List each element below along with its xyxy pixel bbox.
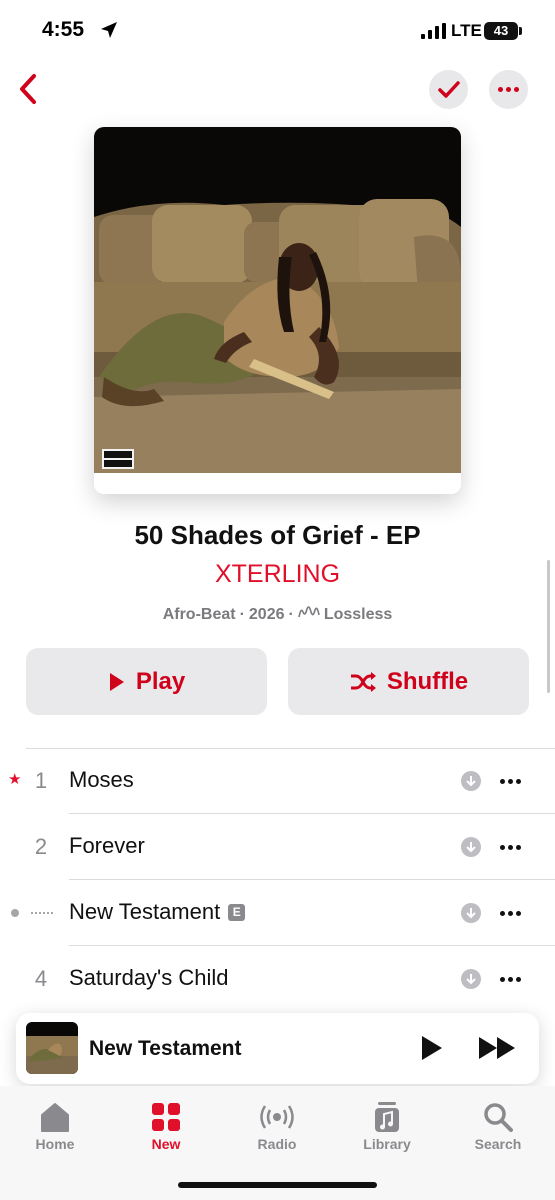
tab-label: Search: [474, 1136, 522, 1152]
chevron-left-icon: [20, 74, 36, 104]
playing-dot-icon: [11, 909, 19, 917]
track-title: Saturday's Child: [69, 965, 229, 991]
favorite-star-icon: ★: [8, 771, 22, 788]
mini-player[interactable]: New Testament: [16, 1013, 539, 1084]
track-number: 2: [34, 834, 48, 859]
more-options-button[interactable]: [489, 70, 528, 109]
tab-home[interactable]: Home: [10, 1100, 100, 1152]
mini-next-button[interactable]: [478, 1035, 518, 1066]
magnifier-icon: [453, 1100, 543, 1134]
music-library-icon: [342, 1100, 432, 1134]
track-title-text: Saturday's Child: [69, 965, 229, 990]
download-icon[interactable]: [461, 903, 481, 923]
now-playing-indicator-icon: [31, 912, 53, 914]
mini-player-artwork: [26, 1022, 78, 1074]
added-to-library-button[interactable]: [429, 70, 468, 109]
mini-play-button[interactable]: [420, 1035, 444, 1066]
meta-separator: ·: [239, 605, 245, 623]
location-arrow-icon: [100, 21, 118, 44]
album-artwork: [94, 127, 461, 494]
shuffle-icon: [350, 671, 376, 692]
track-list: ★ 1 Moses 2 Forever New Testament E 4 Sa…: [0, 748, 555, 1012]
grid-icon: [121, 1100, 211, 1134]
play-icon: [422, 1036, 442, 1060]
track-more-button[interactable]: [497, 837, 523, 857]
explicit-badge-icon: E: [228, 903, 246, 921]
tab-label: Library: [363, 1136, 411, 1152]
album-year: 2026: [248, 605, 285, 623]
scroll-indicator: [547, 560, 550, 693]
house-icon: [10, 1100, 100, 1134]
tab-label: New: [151, 1136, 181, 1152]
play-label: Play: [135, 667, 186, 695]
mini-player-title: New Testament: [89, 1037, 242, 1060]
track-more-button[interactable]: [497, 903, 523, 923]
battery-tip: [519, 27, 522, 35]
track-row[interactable]: 4 Saturday's Child: [0, 946, 555, 1012]
track-more-button[interactable]: [497, 969, 523, 989]
fast-forward-icon: [479, 1037, 515, 1059]
download-icon[interactable]: [461, 969, 481, 989]
track-more-button[interactable]: [497, 771, 523, 791]
album-quality: Lossless: [323, 605, 393, 623]
network-type: LTE: [451, 21, 482, 40]
status-time: 4:55: [42, 18, 85, 41]
shuffle-label: Shuffle: [386, 667, 469, 695]
album-title: 50 Shades of Grief - EP: [134, 520, 421, 550]
tab-label: Home: [35, 1136, 75, 1152]
checkmark-icon: [437, 80, 460, 98]
tab-search[interactable]: Search: [453, 1100, 543, 1152]
track-row[interactable]: 2 Forever: [0, 814, 555, 880]
tab-radio[interactable]: Radio: [232, 1100, 322, 1152]
play-button[interactable]: Play: [26, 648, 267, 715]
track-row[interactable]: New Testament E: [0, 880, 555, 946]
download-icon[interactable]: [461, 837, 481, 857]
track-number: 4: [34, 966, 48, 991]
track-title: Moses: [69, 767, 134, 793]
battery-icon: 43: [484, 22, 518, 40]
shuffle-button[interactable]: Shuffle: [288, 648, 529, 715]
artist-name[interactable]: XTERLING: [0, 560, 555, 589]
back-button[interactable]: [12, 70, 44, 108]
home-indicator: [178, 1182, 377, 1188]
track-number: 1: [34, 768, 48, 793]
ellipsis-icon: [498, 87, 519, 92]
download-icon[interactable]: [461, 771, 481, 791]
radio-waves-icon: [232, 1100, 322, 1134]
track-title-text: New Testament: [69, 899, 221, 924]
status-bar: 4:55 LTE 43: [0, 0, 555, 62]
track-title-text: Moses: [69, 767, 134, 792]
track-title: Forever: [69, 833, 145, 859]
track-title: New Testament E: [69, 899, 246, 925]
album-genre: Afro-Beat: [162, 605, 236, 623]
track-row[interactable]: ★ 1 Moses: [0, 748, 555, 814]
album-meta: Afro-Beat · 2026 · Lossless: [0, 605, 555, 624]
play-icon: [109, 672, 124, 691]
tab-library[interactable]: Library: [342, 1100, 432, 1152]
tab-label: Radio: [257, 1136, 297, 1152]
track-title-text: Forever: [69, 833, 145, 858]
meta-separator: ·: [288, 605, 294, 623]
tab-new[interactable]: New: [121, 1100, 211, 1152]
signal-bars-icon: [421, 23, 447, 44]
lossless-wave-icon: [298, 605, 320, 624]
